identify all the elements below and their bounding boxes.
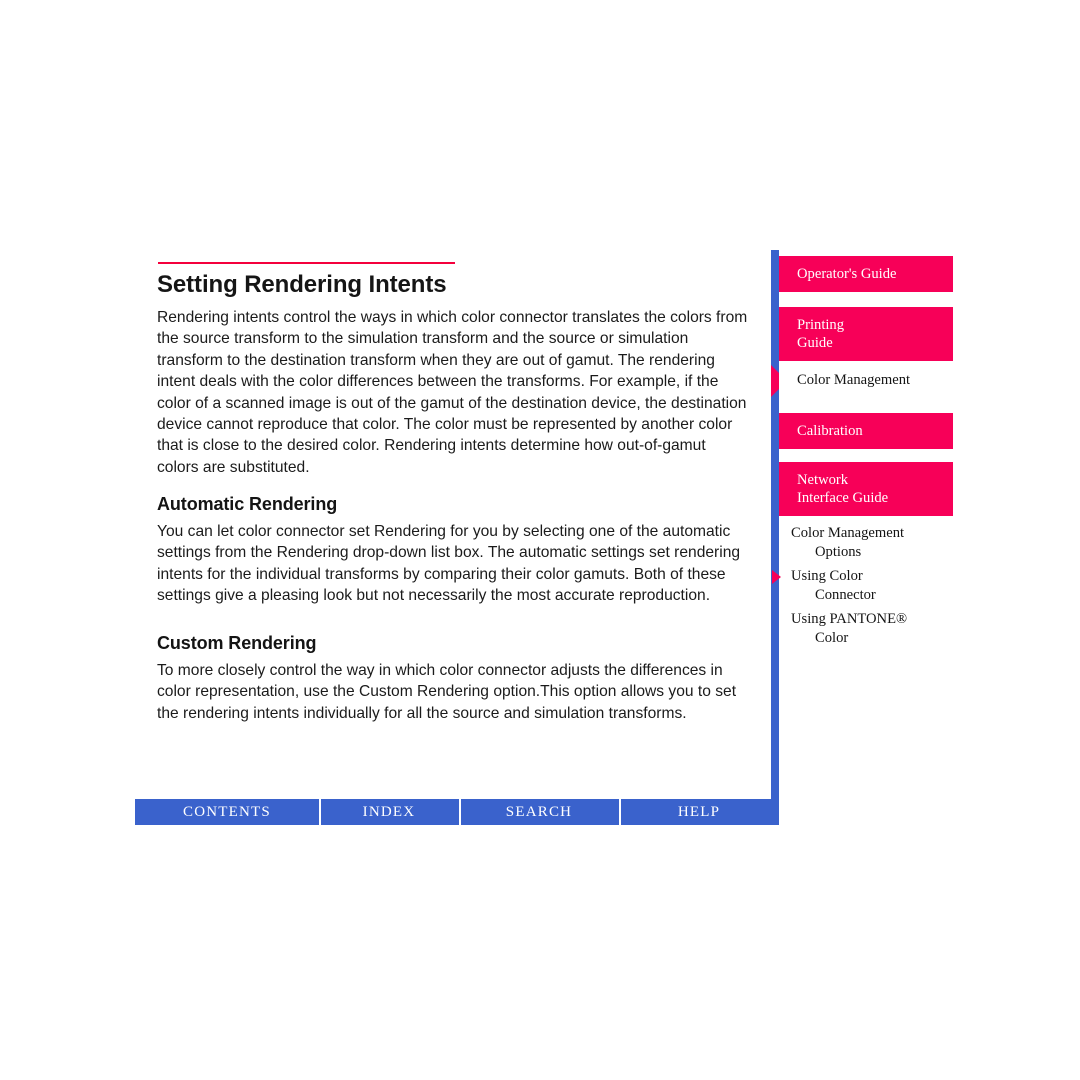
sidebar-tab-printing-guide-line1: Printing xyxy=(797,317,845,333)
sidebar-tab-printing-guide-line2: Guide xyxy=(797,335,833,351)
section-paragraph-custom-rendering: To more closely control the way in which… xyxy=(157,662,737,722)
footer-item-index[interactable]: INDEX xyxy=(319,799,459,825)
sidebar-tab-operators-guide[interactable]: Operator's Guide xyxy=(779,256,953,292)
footer-navigation-bar: CONTENTS INDEX SEARCH HELP xyxy=(135,799,779,825)
intro-paragraph: Rendering intents control the ways in wh… xyxy=(157,309,748,476)
sidebar-subitem-using-pantone-color-line2: Color xyxy=(815,630,849,646)
sidebar-subitem-using-color-connector[interactable]: Using Color Connector xyxy=(779,567,961,605)
sidebar-tab-printing-guide[interactable]: Printing Guide xyxy=(779,307,953,361)
footer-item-contents[interactable]: CONTENTS xyxy=(135,799,319,825)
sidebar-subitem-using-pantone-color[interactable]: Using PANTONE® Color xyxy=(779,610,961,648)
sidebar-subitem-color-management-options-line2: Options xyxy=(815,544,862,560)
sidebar-subitem-using-pantone-color-line1: Using PANTONE® xyxy=(791,611,908,627)
section-paragraph-automatic-rendering: You can let color connector set Renderin… xyxy=(157,523,741,605)
page-title: Setting Rendering Intents xyxy=(157,271,447,298)
section-heading-custom-rendering: Custom Rendering xyxy=(157,633,317,653)
sidebar-tab-color-management[interactable]: Color Management xyxy=(779,362,953,398)
sidebar-subitem-using-color-connector-line1: Using Color xyxy=(791,568,863,584)
sidebar-tab-network-interface-guide-line1: Network xyxy=(797,472,849,488)
sidebar-subitem-color-management-options[interactable]: Color Management Options xyxy=(779,524,961,562)
sidebar-tab-network-interface-guide-line2: Interface Guide xyxy=(797,490,889,506)
sidebar-subitem-using-color-connector-line2: Connector xyxy=(815,587,876,603)
footer-item-help[interactable]: HELP xyxy=(619,799,779,825)
sidebar-blue-rail xyxy=(771,250,779,660)
document-page: Setting Rendering Intents Rendering inte… xyxy=(0,0,1080,1080)
title-rule xyxy=(158,262,455,264)
section-heading-automatic-rendering: Automatic Rendering xyxy=(157,494,338,514)
sidebar-tab-network-interface-guide[interactable]: Network Interface Guide xyxy=(779,462,953,516)
sidebar-tab-calibration[interactable]: Calibration xyxy=(779,413,953,449)
sidebar-navigation: Operator's Guide Printing Guide Color Ma… xyxy=(771,250,961,670)
sidebar-subitem-color-management-options-line1: Color Management xyxy=(791,525,905,541)
footer-item-search[interactable]: SEARCH xyxy=(459,799,619,825)
